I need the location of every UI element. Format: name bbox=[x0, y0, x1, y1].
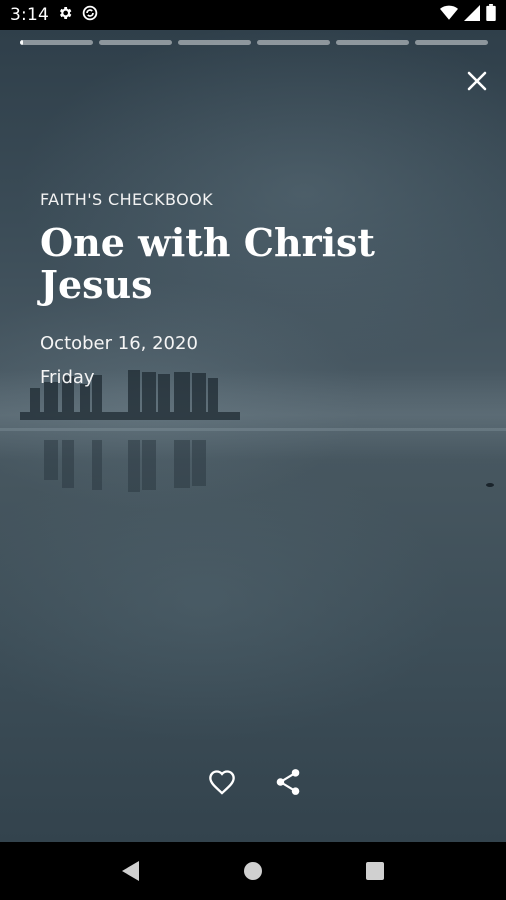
progress-segment bbox=[178, 40, 251, 45]
home-circle-icon bbox=[244, 862, 262, 880]
status-bar: 3:14 bbox=[0, 0, 506, 30]
wifi-icon bbox=[440, 5, 458, 26]
devotional-title: One with Christ Jesus bbox=[40, 220, 375, 307]
recents-square-icon bbox=[366, 862, 384, 880]
devotional-category: FAITH'S CHECKBOOK bbox=[40, 190, 213, 209]
back-button[interactable] bbox=[111, 851, 151, 891]
heart-outline-icon bbox=[209, 770, 235, 795]
like-button[interactable] bbox=[206, 766, 238, 798]
progress-segment bbox=[257, 40, 330, 45]
share-icon bbox=[276, 769, 300, 795]
progress-fill bbox=[20, 40, 23, 45]
story-actions bbox=[206, 766, 304, 798]
story-view[interactable]: FAITH'S CHECKBOOK One with Christ Jesus … bbox=[0, 30, 506, 842]
progress-segment bbox=[99, 40, 172, 45]
signal-icon bbox=[464, 4, 480, 26]
progress-segment bbox=[415, 40, 488, 45]
story-progress bbox=[20, 40, 488, 45]
share-button[interactable] bbox=[272, 766, 304, 798]
devotional-weekday: Friday bbox=[40, 367, 95, 388]
gear-icon bbox=[57, 5, 73, 26]
close-icon bbox=[467, 71, 487, 91]
close-button[interactable] bbox=[462, 66, 492, 96]
progress-segment bbox=[336, 40, 409, 45]
battery-icon bbox=[486, 4, 496, 26]
data-saver-icon bbox=[81, 4, 99, 27]
back-triangle-icon bbox=[122, 861, 139, 881]
progress-segment bbox=[20, 40, 93, 45]
status-time: 3:14 bbox=[10, 5, 49, 25]
system-navigation-bar bbox=[0, 842, 506, 900]
devotional-date: October 16, 2020 bbox=[40, 333, 198, 354]
background-image bbox=[0, 370, 506, 492]
recents-button[interactable] bbox=[355, 851, 395, 891]
home-button[interactable] bbox=[233, 851, 273, 891]
